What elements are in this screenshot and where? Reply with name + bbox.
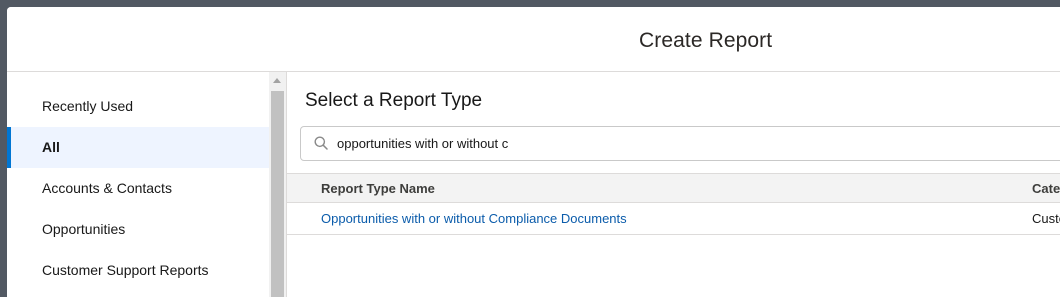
search-input[interactable] <box>337 127 1037 160</box>
sidebar-item-accounts-contacts[interactable]: Accounts & Contacts <box>7 168 269 209</box>
scroll-up-arrow-icon[interactable] <box>273 78 281 83</box>
sidebar-item-opportunities[interactable]: Opportunities <box>7 209 269 250</box>
section-title: Select a Report Type <box>305 90 483 111</box>
search-box[interactable] <box>300 126 1060 161</box>
sidebar-item-label: Opportunities <box>42 221 126 237</box>
sidebar-item-label: All <box>42 139 60 155</box>
modal-title: Create Report <box>639 29 773 52</box>
report-type-link[interactable]: Opportunities with or without Compliance… <box>321 211 627 226</box>
sidebar-item-all[interactable]: All <box>7 127 269 168</box>
column-header-category[interactable]: Categ <box>1032 181 1060 196</box>
sidebar-scrollbar[interactable] <box>269 72 286 297</box>
sidebar-item-label: Customer Support Reports <box>42 262 209 278</box>
scrollbar-thumb[interactable] <box>271 91 284 297</box>
sidebar-item-customer-support-reports[interactable]: Customer Support Reports <box>7 250 269 291</box>
sidebar-item-label: Recently Used <box>42 98 134 114</box>
sidebar-item-recently-used[interactable]: Recently Used <box>7 86 269 127</box>
column-header-report-type-name[interactable]: Report Type Name <box>321 181 435 196</box>
table-header: Report Type Name Categ <box>287 173 1060 203</box>
report-type-category: Custo <box>1032 211 1060 226</box>
search-icon <box>314 136 328 150</box>
sidebar-item-label: Accounts & Contacts <box>42 180 172 196</box>
table-row[interactable]: Opportunities with or without Compliance… <box>287 203 1060 235</box>
modal-header: Create Report <box>7 7 1060 72</box>
report-type-panel: Select a Report Type Report Type Name Ca… <box>286 72 1060 297</box>
report-category-sidebar: Recently Used All Accounts & Contacts Op… <box>7 72 269 297</box>
create-report-modal: Create Report Recently Used All Accounts… <box>7 7 1060 297</box>
